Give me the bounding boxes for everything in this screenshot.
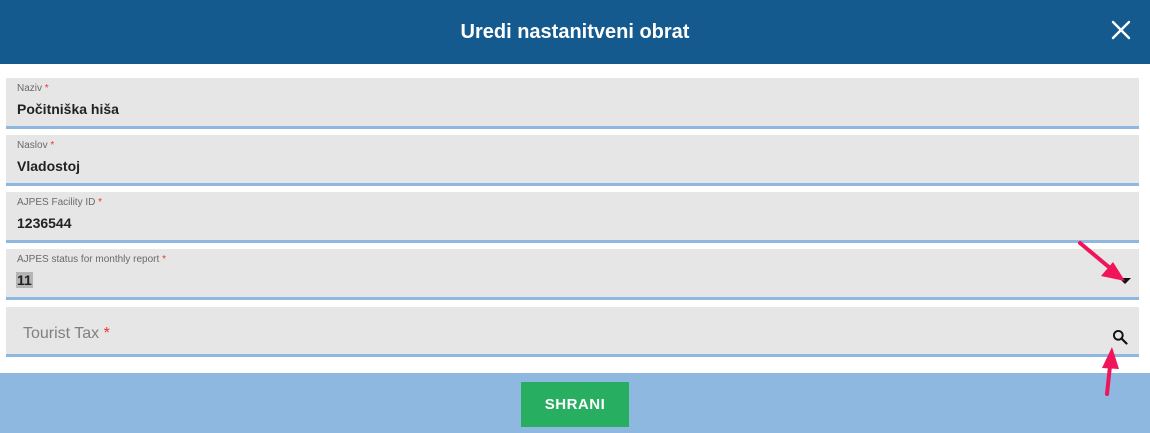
dialog-title: Uredi nastanitveni obrat: [460, 20, 690, 43]
dialog-footer: SHRANI: [0, 373, 1150, 433]
ajpes-status-label: AJPES status for monthly report *: [17, 254, 166, 265]
dialog-header: Uredi nastanitveni obrat: [0, 0, 1150, 64]
ajpes-facility-id-field[interactable]: AJPES Facility ID * 1236544: [6, 192, 1139, 243]
ajpes-status-select[interactable]: AJPES status for monthly report * 11: [6, 249, 1139, 300]
ajpes-status-value: 11: [16, 272, 33, 288]
edit-facility-dialog: Uredi nastanitveni obrat Naziv * Počitni…: [0, 0, 1150, 433]
address-label: Naslov *: [17, 140, 55, 151]
dropdown-arrow-icon[interactable]: [1119, 278, 1131, 284]
name-label: Naziv *: [17, 83, 49, 94]
address-value: Vladostoj: [17, 158, 81, 174]
tourist-tax-field[interactable]: Tourist Tax *: [6, 307, 1139, 357]
ajpes-facility-id-label: AJPES Facility ID *: [17, 197, 103, 208]
address-field[interactable]: Naslov * Vladostoj: [6, 135, 1139, 186]
ajpes-facility-id-value: 1236544: [17, 215, 72, 231]
save-button[interactable]: SHRANI: [521, 382, 629, 427]
close-icon[interactable]: [1110, 19, 1132, 41]
tourist-tax-placeholder: Tourist Tax *: [23, 325, 110, 342]
name-value: Počitniška hiša: [17, 101, 119, 117]
search-icon[interactable]: [1112, 329, 1128, 345]
name-field[interactable]: Naziv * Počitniška hiša: [6, 78, 1139, 129]
